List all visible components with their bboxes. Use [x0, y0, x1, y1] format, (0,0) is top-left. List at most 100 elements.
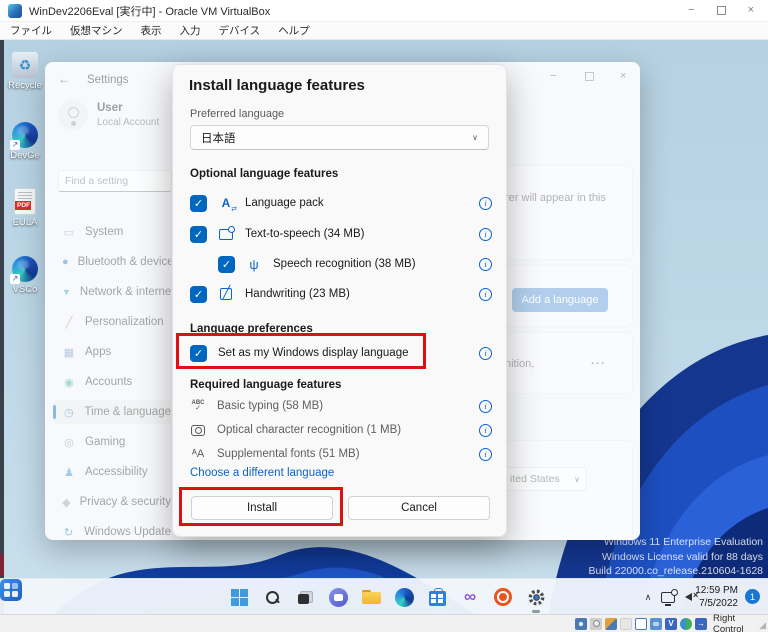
ubuntu-button[interactable] — [493, 587, 513, 607]
virtualbox-logo-icon — [8, 3, 22, 18]
seamless-status-icon[interactable] — [680, 617, 692, 630]
menu-view[interactable]: 表示 — [141, 23, 162, 38]
window-controls: − × — [688, 5, 760, 16]
feature-row-language-pack: Language pack — [190, 191, 492, 215]
vm-status-icons — [575, 617, 707, 630]
task-view-button[interactable] — [295, 587, 315, 607]
language-pack-icon — [218, 195, 237, 213]
audio-status-icon[interactable] — [605, 617, 617, 630]
features-status-icon[interactable] — [665, 617, 677, 630]
vscode-shortcut-icon: ↗ — [10, 256, 38, 284]
feature-row-speech-recognition: Speech recognition (38 MB) — [190, 252, 492, 276]
handwriting-icon — [220, 285, 232, 300]
info-icon[interactable] — [479, 196, 492, 210]
info-icon[interactable] — [479, 423, 492, 437]
menu-machine[interactable]: 仮想マシン — [70, 23, 123, 38]
search-icon — [266, 591, 279, 604]
clock[interactable]: 12:59 PM 7/5/2022 — [695, 584, 738, 610]
notification-badge[interactable]: 1 — [745, 589, 760, 604]
shared-folders-status-icon[interactable] — [650, 617, 662, 630]
checkbox[interactable] — [218, 255, 235, 273]
search-button[interactable] — [262, 587, 282, 607]
start-button[interactable] — [229, 587, 249, 607]
hard-disk-status-icon[interactable] — [575, 617, 587, 630]
desktop-icon-eula[interactable]: PDF EULA — [2, 188, 48, 228]
chat-icon — [328, 587, 348, 607]
checkbox[interactable] — [190, 285, 207, 303]
watermark-line: Build 22000.co_release.210604-1628 — [588, 565, 763, 577]
window-title: WinDev2206Eval [実行中] - Oracle VM Virtual… — [29, 5, 271, 18]
checkbox[interactable] — [190, 225, 207, 243]
mouse-integration-status-icon[interactable] — [695, 617, 707, 630]
feature-label: Supplemental fonts (51 MB) — [217, 448, 360, 460]
edge-button[interactable] — [394, 587, 414, 607]
checkbox[interactable] — [190, 194, 207, 212]
info-icon[interactable] — [479, 346, 492, 360]
chat-button[interactable] — [328, 587, 348, 607]
store-button[interactable] — [427, 587, 447, 607]
info-icon[interactable] — [479, 447, 492, 461]
desktop-icon-label: Recycle — [8, 80, 42, 91]
tray-expand-button[interactable] — [638, 587, 658, 607]
text-to-speech-icon — [219, 225, 235, 240]
feature-label: Handwriting (23 MB) — [245, 288, 350, 300]
desktop-icon-vscode[interactable]: ↗ VSCo — [2, 256, 48, 295]
widgets-button[interactable] — [0, 579, 22, 601]
menu-devices[interactable]: デバイス — [219, 23, 261, 38]
feature-row-ocr: Optical character recognition (1 MB) — [190, 418, 492, 442]
desktop-icon-label: VSCo — [12, 284, 38, 295]
edge-icon — [394, 587, 414, 607]
partially-hidden-icon — [0, 554, 4, 576]
file-explorer-button[interactable] — [361, 587, 381, 607]
feature-label: Basic typing (58 MB) — [217, 400, 324, 412]
menu-input[interactable]: 入力 — [180, 23, 201, 38]
annotation-highlight-display-language — [176, 333, 426, 369]
menu-file[interactable]: ファイル — [10, 23, 52, 38]
minimize-button[interactable]: − — [688, 5, 694, 16]
feature-row-supplemental-fonts: Supplemental fonts (51 MB) — [190, 442, 492, 466]
dialog-title: Install language features — [189, 77, 365, 94]
shortcut-arrow-icon: ↗ — [10, 140, 20, 150]
choose-different-language-link[interactable]: Choose a different language — [190, 467, 334, 479]
optical-disc-status-icon[interactable] — [590, 617, 602, 630]
network-icon — [661, 588, 678, 606]
pdf-badge: PDF — [15, 201, 31, 210]
info-icon[interactable] — [479, 257, 492, 271]
optional-features-header: Optional language features — [190, 168, 339, 180]
annotation-highlight-install-button — [179, 487, 343, 526]
resize-grip[interactable]: ◢ — [759, 620, 766, 631]
shortcut-arrow-icon: ↗ — [10, 274, 20, 284]
info-icon[interactable] — [479, 399, 492, 413]
info-icon[interactable] — [479, 287, 492, 301]
clock-date: 7/5/2022 — [699, 598, 738, 609]
ubuntu-icon — [494, 588, 512, 606]
clock-time: 12:59 PM — [695, 585, 738, 596]
tray-network-button[interactable] — [658, 587, 678, 607]
vbox-statusbar: Right Control ◢ — [0, 613, 768, 632]
info-icon[interactable] — [479, 227, 492, 241]
windows-logo-icon — [230, 588, 248, 606]
settings-taskbar-button[interactable] — [526, 587, 546, 613]
close-button[interactable]: × — [748, 5, 754, 16]
menu-help[interactable]: ヘルプ — [278, 23, 310, 38]
preferred-language-label: Preferred language — [190, 108, 285, 120]
vm-display: Windows 11 Enterprise Evaluation Windows… — [0, 40, 768, 614]
feature-label: Optical character recognition (1 MB) — [217, 424, 402, 436]
chevron-down-icon: ∨ — [472, 133, 478, 142]
desktop-icon-devge[interactable]: ↗ DevGe — [2, 122, 48, 161]
display-status-icon[interactable] — [635, 617, 647, 630]
document-lines — [18, 192, 32, 200]
maximize-button[interactable] — [716, 6, 726, 15]
feature-label: Text-to-speech (34 MB) — [245, 228, 365, 240]
visual-studio-button[interactable] — [460, 587, 480, 607]
preferred-language-dropdown[interactable]: 日本語 ∨ — [190, 125, 489, 150]
microphone-icon — [246, 256, 262, 272]
cancel-button[interactable]: Cancel — [348, 496, 490, 520]
desktop-icon-recycle-bin[interactable]: Recycle — [2, 52, 48, 91]
watermark-line: Windows License valid for 88 days — [601, 550, 763, 563]
install-language-features-dialog: Install language features Preferred lang… — [172, 64, 507, 537]
taskbar: 12:59 PM 7/5/2022 1 — [0, 578, 768, 614]
feature-row-handwriting: Handwriting (23 MB) — [190, 282, 492, 306]
menubar: ファイル 仮想マシン 表示 入力 デバイス ヘルプ — [0, 22, 768, 40]
usb-status-icon[interactable] — [620, 617, 632, 630]
